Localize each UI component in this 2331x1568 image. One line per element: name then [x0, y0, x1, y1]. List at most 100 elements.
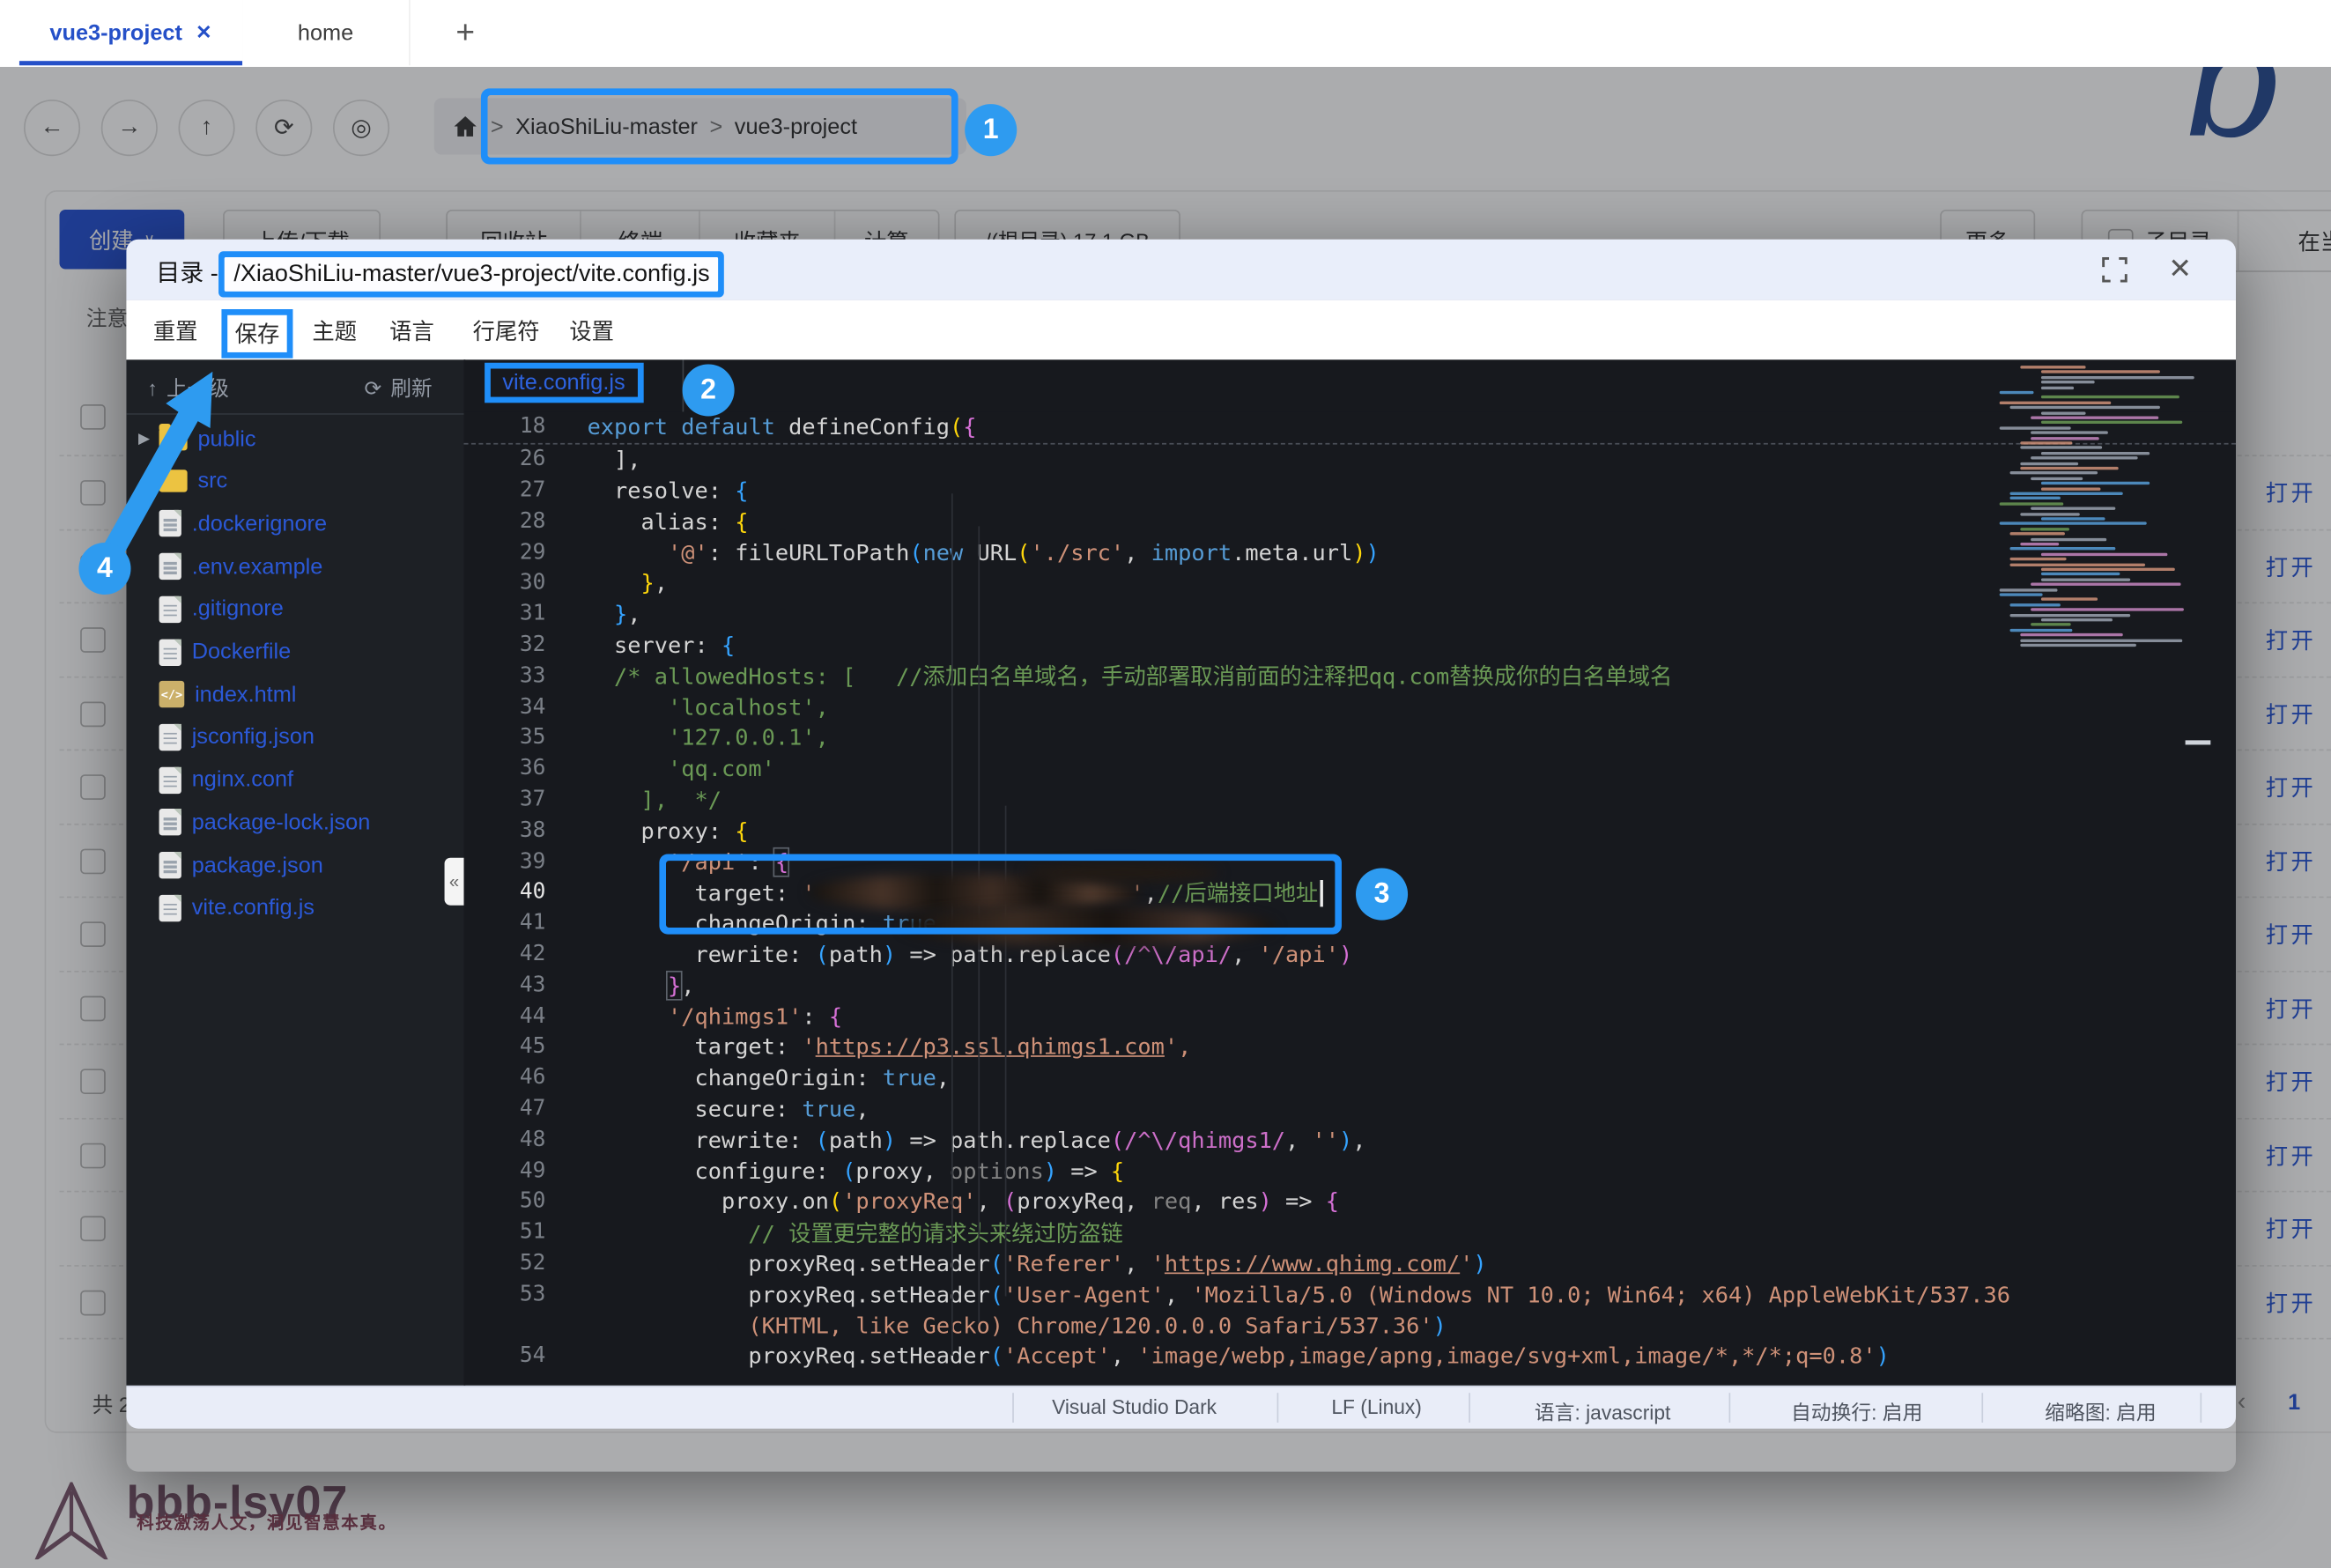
code-line-49: 49 configure: (proxy, options) => {: [464, 1155, 2237, 1186]
code-text: (KHTML, like Gecko) Chrome/120.0.0.0 Saf…: [588, 1312, 1447, 1338]
tree-item-.env.example[interactable]: .env.example: [126, 545, 463, 587]
tree-item-label: package-lock.json: [192, 810, 371, 835]
minimap-line: [2041, 421, 2183, 424]
tab-close-icon[interactable]: ✕: [196, 21, 211, 45]
tab-vue3-project[interactable]: vue3-project ✕: [19, 0, 244, 65]
code-text: rewrite: (path) => path.replace(/^\/qhim…: [588, 1127, 1366, 1153]
minimap-line: [2031, 477, 2083, 479]
tree-collapse-handle[interactable]: «: [445, 858, 464, 906]
tab-home[interactable]: home: [242, 0, 411, 65]
fullscreen-icon[interactable]: [2100, 255, 2128, 284]
tree-item-public[interactable]: ▶ public: [126, 418, 463, 459]
editor-tab-vite-config[interactable]: vite.config.js: [491, 369, 637, 397]
tree-item-jsconfig.json[interactable]: jsconfig.json: [126, 716, 463, 758]
menu-eol[interactable]: 行尾符: [473, 315, 540, 346]
tree-toolbar: ↑ 上一级 ⟳刷新: [126, 359, 463, 414]
code-line-27: 27 resolve: {: [464, 475, 2237, 506]
tree-item-Dockerfile[interactable]: Dockerfile: [126, 631, 463, 672]
tree-item-label: src: [197, 469, 227, 494]
file-icon: [159, 639, 181, 665]
status-item-0[interactable]: Visual Studio Dark: [1052, 1396, 1217, 1418]
tree-item-label: jsconfig.json: [192, 724, 314, 750]
html-file-icon: </>: [159, 681, 185, 707]
code-line-wrap: (KHTML, like Gecko) Chrome/120.0.0.0 Saf…: [464, 1310, 2237, 1341]
scrollbar-thumb[interactable]: [2186, 740, 2211, 744]
arrow-up-icon: ↑: [147, 376, 158, 400]
tree-item-nginx.conf[interactable]: nginx.conf: [126, 759, 463, 801]
code-line-52: 52 proxyReq.setHeader('Referer', 'https:…: [464, 1248, 2237, 1279]
tree-up-label: 上一级: [166, 374, 229, 403]
code-text: target: 'https://p3.ssl.qhimgs1.com',: [588, 1033, 1192, 1060]
code-text: proxyReq.setHeader('User-Agent', 'Mozill…: [588, 1281, 2010, 1307]
status-divider: [2201, 1393, 2202, 1423]
menu-reset[interactable]: 重置: [153, 315, 198, 346]
folder-icon: [159, 470, 188, 492]
minimap-line: [2041, 487, 2100, 490]
tree-caret-icon[interactable]: ▶: [138, 431, 159, 447]
tree-item-package-lock.json[interactable]: package-lock.json: [126, 802, 463, 843]
minimap-line: [2020, 366, 2086, 368]
minimap-line: [2031, 436, 2098, 439]
minimap-line: [2010, 628, 2073, 631]
minimap-line: [2020, 633, 2122, 636]
menu-save[interactable]: 保存: [227, 315, 287, 352]
minimap-line: [2041, 552, 2167, 555]
tree-item-label: public: [197, 425, 255, 451]
new-tab-button[interactable]: +: [439, 9, 492, 56]
refresh-icon: ⟳: [364, 375, 381, 401]
code-line-29: 29 '@': fileURLToPath(new URL('./src', i…: [464, 537, 2237, 568]
status-item-4[interactable]: 缩略图: 启用: [2045, 1396, 2157, 1426]
minimap-line: [2010, 472, 2098, 475]
code-line-38: 38 proxy: {: [464, 815, 2237, 846]
line-number: 38: [464, 818, 546, 842]
line-number: 50: [464, 1190, 546, 1214]
minimap-line: [2041, 517, 2105, 520]
code-line-54: 54 proxyReq.setHeader('Accept', 'image/w…: [464, 1341, 2237, 1372]
line-number: 47: [464, 1097, 546, 1121]
tree-item-vite.config.js[interactable]: vite.config.js: [126, 887, 463, 928]
code-text: proxyReq.setHeader('Referer', 'https://w…: [588, 1250, 1487, 1276]
close-icon[interactable]: ✕: [2166, 255, 2194, 284]
code-line-46: 46 changeOrigin: true,: [464, 1062, 2237, 1093]
file-icon: [159, 894, 181, 921]
line-number: 46: [464, 1066, 546, 1090]
status-item-3[interactable]: 自动换行: 启用: [1791, 1396, 1922, 1426]
menu-language[interactable]: 语言: [389, 315, 434, 346]
minimap-line: [2000, 593, 2043, 595]
tree-item-src[interactable]: src: [126, 461, 463, 502]
minimap[interactable]: [2000, 366, 2223, 1020]
code-text: 'localhost',: [588, 693, 829, 720]
tree-item-label: package.json: [192, 853, 323, 878]
status-item-2[interactable]: 语言: javascript: [1535, 1396, 1670, 1426]
menu-settings[interactable]: 设置: [569, 315, 614, 346]
code-text: proxy.on('proxyReq', (proxyReq, req, res…: [588, 1188, 1339, 1215]
minimap-line: [2020, 644, 2135, 647]
tree-up-button[interactable]: ↑ 上一级: [147, 374, 229, 403]
code-text: /* allowedHosts: [ //添加白名单域名，手动部署取消前面的注释…: [588, 661, 1673, 692]
code-text: '@': fileURLToPath(new URL('./src', impo…: [588, 539, 1380, 566]
status-item-1[interactable]: LF (Linux): [1331, 1396, 1422, 1418]
code-line-48: 48 rewrite: (path) => path.replace(/^\/q…: [464, 1124, 2237, 1155]
status-divider: [1012, 1393, 1014, 1423]
line-number: 40: [464, 881, 546, 905]
file-icon: [159, 553, 181, 580]
line-number: 45: [464, 1035, 546, 1059]
line-number: 37: [464, 788, 546, 811]
code-line-26: 26 ],: [464, 444, 2237, 475]
tree-item-package.json[interactable]: package.json: [126, 845, 463, 886]
minimap-line: [2020, 441, 2072, 444]
dialog-header[interactable]: 目录 - /XiaoShiLiu-master/vue3-project/vit…: [126, 240, 2236, 300]
tree-item-label: .env.example: [192, 554, 323, 580]
tree-item-index.html[interactable]: </>index.html: [126, 674, 463, 715]
menu-theme[interactable]: 主题: [312, 315, 357, 346]
tree-item-.dockerignore[interactable]: .dockerignore: [126, 503, 463, 544]
line-number: 49: [464, 1158, 546, 1182]
editor-menubar: 重置 保存 主题 语言 行尾符 设置: [126, 300, 2236, 360]
minimap-line: [2010, 548, 2115, 551]
code-text: 'qq.com': [588, 756, 775, 782]
tree-item-.gitignore[interactable]: .gitignore: [126, 588, 463, 630]
code-line-31: 31 },: [464, 599, 2237, 630]
minimap-line: [2031, 537, 2105, 540]
tree-refresh-button[interactable]: ⟳刷新: [364, 374, 432, 403]
minimap-line: [2020, 447, 2103, 449]
